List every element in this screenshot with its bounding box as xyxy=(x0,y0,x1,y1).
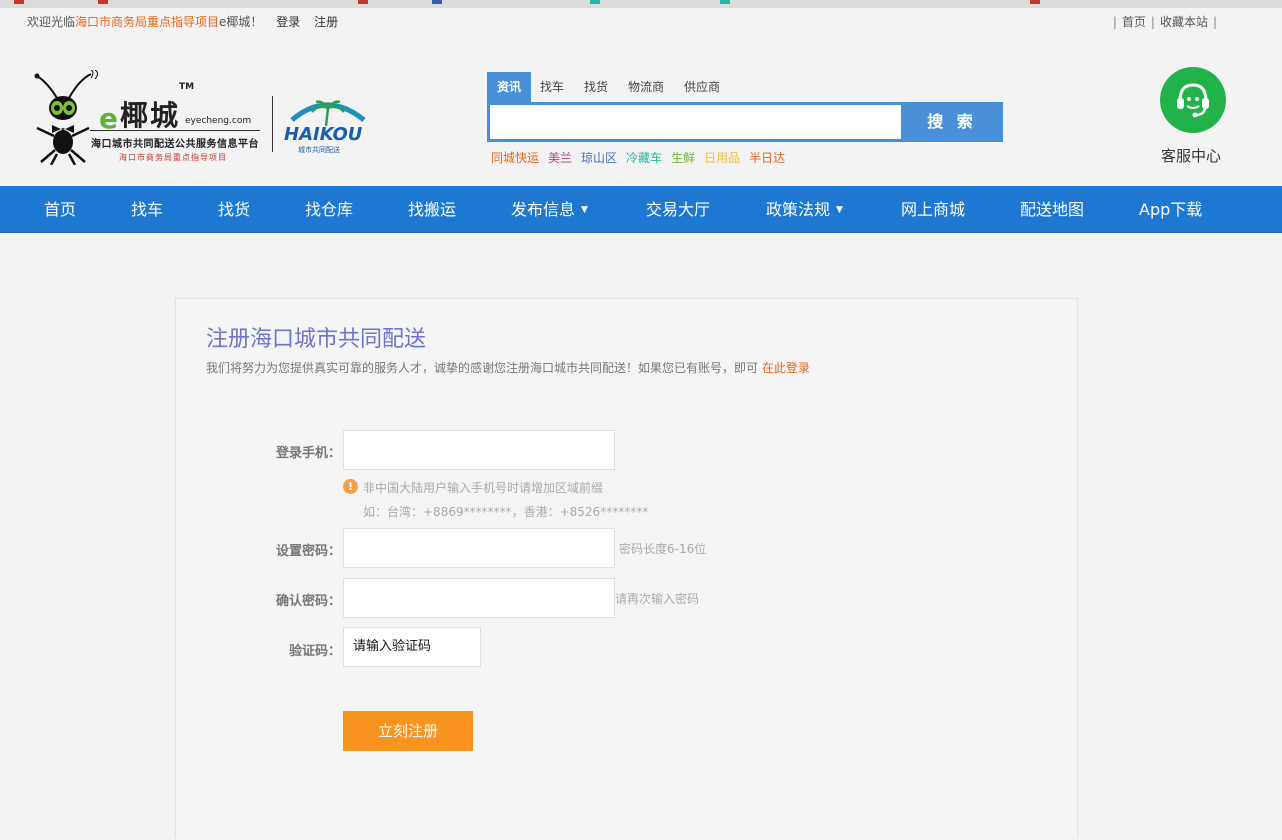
chevron-down-icon: ▼ xyxy=(836,205,843,215)
register-link[interactable]: 注册 xyxy=(314,15,338,29)
haikou-subtext: 城市共同配送 xyxy=(298,145,340,154)
register-submit-button[interactable]: 立刻注册 xyxy=(343,711,473,751)
customer-service[interactable]: 客服中心 xyxy=(1159,67,1227,166)
register-panel: 注册海口城市共同配送 我们将努力为您提供真实可靠的服务人才，诚挚的感谢您注册海口… xyxy=(175,298,1078,838)
logo-subtitle2: 海口市商务局重点指导项目 xyxy=(119,153,227,162)
captcha-label: 验证码： xyxy=(288,644,341,659)
search-button[interactable]: 搜 索 xyxy=(901,102,1003,142)
register-desc-text: 我们将努力为您提供真实可靠的服务人才，诚挚的感谢您注册海口城市共同配送！如果您已… xyxy=(206,361,759,375)
logo-subtitle: 海口城市共同配送公共服务信息平台 xyxy=(91,139,259,150)
top-bar: 欢迎光临海口市商务局重点指导项目e椰城！ 登录 注册 | 首页 | 收藏本站 | xyxy=(0,8,1282,36)
register-description: 我们将努力为您提供真实可靠的服务人才，诚挚的感谢您注册海口城市共同配送！如果您已… xyxy=(206,359,810,376)
logo-tm: TM xyxy=(179,82,195,92)
logo-divider-line xyxy=(90,130,260,131)
hot-tag[interactable]: 同城快运 xyxy=(491,151,539,165)
search-tab-goods[interactable]: 找货 xyxy=(575,72,617,102)
headset-icon xyxy=(1160,67,1226,133)
hot-tag[interactable]: 半日达 xyxy=(749,151,785,165)
ant-mascot-icon xyxy=(34,70,98,165)
phone-hint-example: 如：台湾：+8869********，香港：+8526******** xyxy=(363,505,649,519)
bookmark-link[interactable]: 收藏本站 xyxy=(1160,15,1208,29)
logo-name: 椰城 xyxy=(120,99,181,132)
nav-item-policy-label: 政策法规 xyxy=(766,200,831,219)
search-tab-car[interactable]: 找车 xyxy=(531,72,573,102)
home-link[interactable]: 首页 xyxy=(1122,15,1146,29)
search-tab-logistics[interactable]: 物流商 xyxy=(621,72,671,102)
nav-item-home[interactable]: 首页 xyxy=(44,186,76,233)
password-hint: 密码长度6-16位 xyxy=(619,542,707,556)
search-tab-supplier[interactable]: 供应商 xyxy=(677,72,727,102)
confirm-password-hint: 请再次输入密码 xyxy=(615,592,700,606)
login-here-link[interactable]: 在此登录 xyxy=(762,361,810,375)
confirm-password-label: 确认密码： xyxy=(275,594,341,609)
nav-item-find-warehouse[interactable]: 找仓库 xyxy=(305,186,353,233)
login-link[interactable]: 登录 xyxy=(276,15,300,29)
customer-service-label: 客服中心 xyxy=(1160,147,1221,165)
search-box: 搜 索 xyxy=(487,102,1003,142)
nav-item-publish-label: 发布信息 xyxy=(511,200,576,219)
nav-item-find-goods[interactable]: 找货 xyxy=(218,186,250,233)
top-right-links: | 首页 | 收藏本站 | xyxy=(1112,15,1217,29)
password-field[interactable] xyxy=(343,528,615,568)
hot-search-list: 同城快运 美兰 琼山区 冷藏车 生鲜 日用品 半日达 xyxy=(491,149,794,166)
nav-item-trading-hall[interactable]: 交易大厅 xyxy=(646,186,710,233)
welcome-suffix: e椰城！ xyxy=(219,15,263,29)
chevron-down-icon: ▼ xyxy=(581,205,588,215)
hot-tag[interactable]: 生鲜 xyxy=(671,151,695,165)
hot-tag[interactable]: 美兰 xyxy=(548,151,572,165)
nav-item-mall[interactable]: 网上商城 xyxy=(901,186,965,233)
hot-tag[interactable]: 琼山区 xyxy=(581,151,617,165)
logo-url: eyecheng.com xyxy=(185,116,252,126)
nav-item-delivery-map[interactable]: 配送地图 xyxy=(1020,186,1084,233)
captcha-field[interactable]: 请输入验证码 xyxy=(343,627,481,667)
phone-field[interactable] xyxy=(343,430,615,470)
warning-icon: ! xyxy=(343,479,358,494)
nav-item-app-download[interactable]: App下载 xyxy=(1139,186,1202,233)
haikou-logo: HAIKOU 城市共同配送 xyxy=(284,100,366,154)
browser-bookmark-strip xyxy=(0,0,1282,8)
page-title: 注册海口城市共同配送 xyxy=(206,327,427,352)
hot-tag[interactable]: 冷藏车 xyxy=(626,151,662,165)
welcome-prefix: 欢迎光临 xyxy=(27,15,76,29)
hot-tag[interactable]: 日用品 xyxy=(704,151,740,165)
password-label: 设置密码： xyxy=(275,544,341,559)
welcome-highlight: 海口市商务局重点指导项目 xyxy=(75,15,220,29)
nav-item-publish[interactable]: 发布信息 ▼ xyxy=(511,186,588,233)
main-nav: 首页 找车 找货 找仓库 找搬运 发布信息 ▼ 交易大厅 政策法规 ▼ 网上商城 配… xyxy=(0,186,1282,233)
site-logo[interactable]: e 椰城 TM eyecheng.com 海口城市共同配送公共服务信息平台 海口… xyxy=(27,66,377,171)
haikou-text: HAIKOU xyxy=(284,124,363,145)
confirm-password-field[interactable] xyxy=(343,578,615,618)
nav-item-policy[interactable]: 政策法规 ▼ xyxy=(766,186,843,233)
header: e 椰城 TM eyecheng.com 海口城市共同配送公共服务信息平台 海口… xyxy=(0,36,1282,186)
search-input[interactable] xyxy=(490,105,901,139)
nav-item-find-car[interactable]: 找车 xyxy=(131,186,163,233)
phone-label: 登录手机： xyxy=(275,446,341,461)
welcome-text: 欢迎光临海口市商务局重点指导项目e椰城！ 登录 注册 xyxy=(27,8,338,36)
search-tab-news[interactable]: 资讯 xyxy=(487,72,531,102)
phone-hint: 非中国大陆用户输入手机号时请增加区域前缀 xyxy=(363,481,604,495)
logo-separator xyxy=(272,96,273,152)
nav-item-find-movers[interactable]: 找搬运 xyxy=(408,186,456,233)
